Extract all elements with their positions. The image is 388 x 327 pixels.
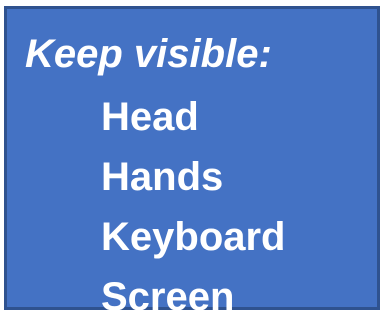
list-item-keyboard: Keyboard	[101, 215, 286, 259]
checklist: Head Hands Keyboard Screen	[101, 87, 286, 327]
keep-visible-panel: Keep visible: Head Hands Keyboard Screen	[4, 6, 380, 319]
list-item-screen: Screen	[101, 275, 235, 319]
list-item-head: Head	[101, 95, 199, 139]
panel-heading: Keep visible:	[25, 32, 272, 76]
list-item-hands: Hands	[101, 155, 224, 199]
